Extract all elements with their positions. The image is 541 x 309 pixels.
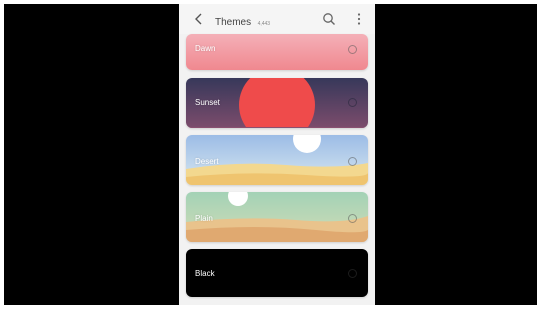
theme-card-plain[interactable]: Plain — [186, 192, 368, 242]
search-button[interactable] — [321, 11, 337, 27]
theme-label-black: Black — [195, 269, 215, 278]
theme-card-sunset[interactable]: Sunset — [186, 78, 368, 128]
theme-label-sunset: Sunset — [195, 98, 220, 107]
radio-desert[interactable] — [348, 157, 357, 166]
radio-plain[interactable] — [348, 214, 357, 223]
app-bar: Themes 4,443 — [179, 4, 375, 34]
more-vert-icon — [357, 13, 361, 25]
plain-thumbnail — [186, 192, 368, 242]
theme-count: 4,443 — [257, 21, 271, 27]
more-options-button[interactable] — [351, 11, 367, 27]
video-frame: Themes 4,443 Dawn Sunset Desert Plain Bl… — [4, 4, 537, 305]
page-title: Themes — [215, 17, 252, 28]
phone-screen: Themes 4,443 Dawn Sunset Desert Plain Bl… — [179, 4, 375, 305]
theme-card-dawn[interactable]: Dawn — [186, 34, 368, 70]
radio-black[interactable] — [348, 269, 357, 278]
search-icon — [323, 13, 335, 25]
radio-sunset[interactable] — [348, 98, 357, 107]
theme-label-desert: Desert — [195, 157, 219, 166]
theme-card-black[interactable]: Black — [186, 249, 368, 297]
title-wrap: Themes 4,443 — [215, 12, 270, 30]
theme-label-plain: Plain — [195, 214, 213, 223]
radio-dawn[interactable] — [348, 45, 357, 54]
back-button[interactable] — [191, 11, 207, 27]
back-arrow-icon — [195, 13, 202, 25]
theme-label-dawn: Dawn — [195, 44, 216, 53]
theme-card-desert[interactable]: Desert — [186, 135, 368, 185]
